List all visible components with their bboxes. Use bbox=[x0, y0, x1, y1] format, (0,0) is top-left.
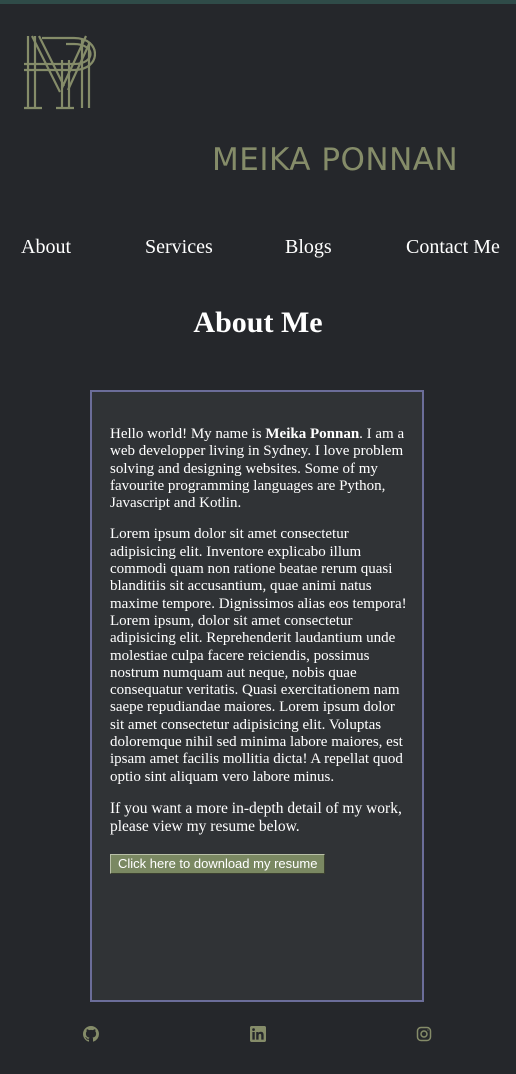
github-icon[interactable] bbox=[83, 1026, 99, 1042]
nav-item-blogs[interactable]: Blogs bbox=[285, 236, 332, 259]
lorem-paragraph: Lorem ipsum dolor sit amet consectetur a… bbox=[110, 526, 407, 785]
main-nav: About Services Blogs Contact Me bbox=[0, 236, 516, 266]
top-accent-strip bbox=[0, 0, 516, 4]
nav-item-services[interactable]: Services bbox=[145, 236, 213, 259]
intro-paragraph: Hello world! My name is Meika Ponnan. I … bbox=[110, 426, 408, 512]
download-resume-button[interactable]: Click here to download my resume bbox=[110, 853, 326, 874]
about-card-content: Hello world! My name is Meika Ponnan. I … bbox=[110, 426, 408, 874]
intro-prefix: Hello world! My name is bbox=[110, 426, 266, 442]
intro-name: Meika Ponnan bbox=[265, 426, 360, 442]
instagram-icon[interactable] bbox=[416, 1026, 432, 1042]
nav-item-contact-me[interactable]: Contact Me bbox=[406, 236, 500, 259]
page-title: About Me bbox=[193, 306, 323, 339]
resume-note: If you want a more in-depth detail of my… bbox=[110, 799, 402, 835]
brand-name: MEIKA PONNAN bbox=[212, 142, 459, 178]
mp-monogram-logo[interactable] bbox=[22, 30, 97, 112]
linkedin-icon[interactable] bbox=[250, 1026, 266, 1042]
about-card: Hello world! My name is Meika Ponnan. I … bbox=[90, 390, 424, 1002]
nav-item-about[interactable]: About bbox=[21, 236, 71, 259]
